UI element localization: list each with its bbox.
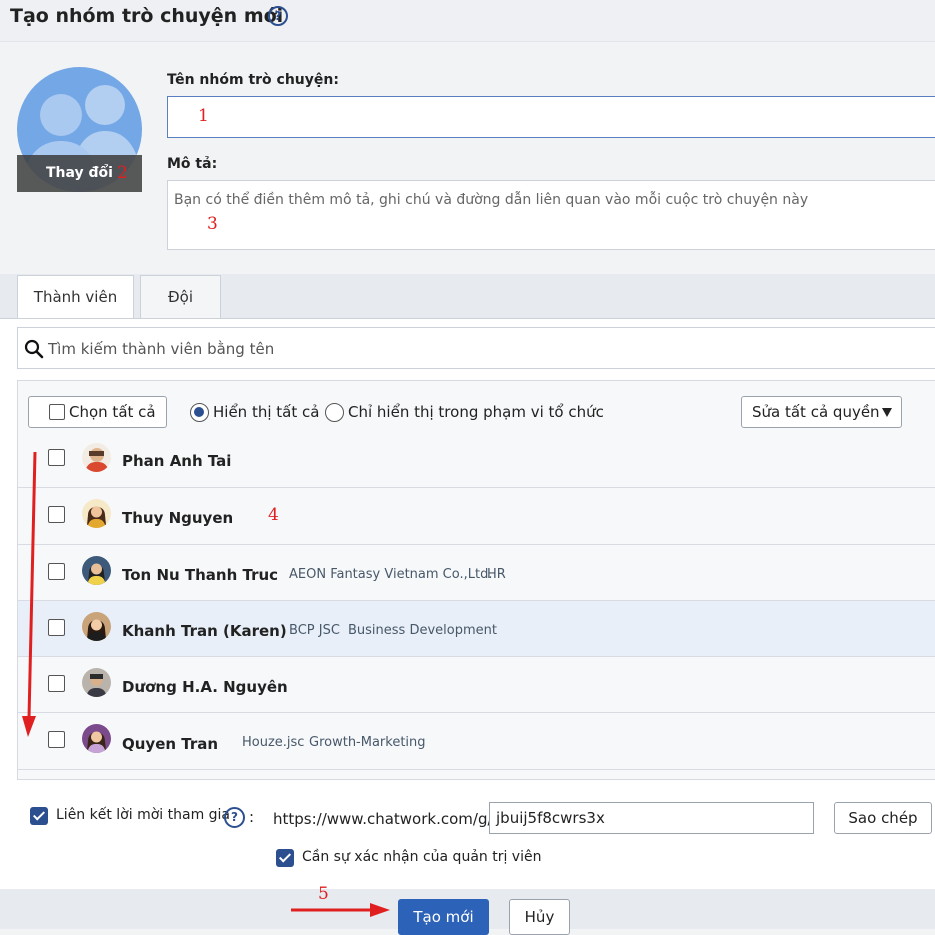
invite-colon: :: [249, 808, 255, 826]
annotation-number: 2: [117, 163, 128, 183]
annotation-number: 1: [198, 106, 209, 126]
show-all-radio[interactable]: [190, 403, 209, 422]
member-avatar: [82, 724, 111, 753]
member-organization: AEON Fantasy Vietnam Co.,Ltd.: [289, 567, 493, 582]
member-checkbox[interactable]: [48, 506, 65, 523]
member-row[interactable]: Khanh Tran (Karen) BCP JSC Business Deve…: [18, 600, 935, 656]
show-org-label: Chỉ hiển thị trong phạm vi tổ chức: [348, 403, 604, 421]
annotation-number: 3: [207, 214, 218, 234]
edit-permissions-dropdown[interactable]: Sửa tất cả quyền: [741, 396, 902, 428]
member-department: Business Development: [348, 623, 497, 638]
admin-approval-label: Cần sự xác nhận của quản trị viên: [302, 849, 542, 865]
caret-down-icon: [882, 408, 892, 417]
member-name: Ton Nu Thanh Truc: [122, 566, 279, 584]
dialog-title: Tạo nhóm trò chuyện mới: [10, 5, 284, 27]
member-row[interactable]: Thuy Nguyen 4: [18, 487, 935, 544]
member-organization: Houze.jsc: [242, 735, 305, 750]
member-row[interactable]: Dương H.A. Nguyên: [18, 656, 935, 712]
change-avatar-label: Thay đổi: [46, 165, 113, 181]
invite-link-checkbox[interactable]: [30, 807, 48, 825]
group-name-label: Tên nhóm trò chuyện:: [167, 72, 339, 88]
question-circle-icon[interactable]: ?: [224, 807, 245, 828]
search-icon: [24, 339, 44, 359]
tab-members[interactable]: Thành viên: [17, 275, 134, 319]
annotation-number: 5: [318, 884, 329, 904]
member-checkbox[interactable]: [48, 563, 65, 580]
invite-base-url: https://www.chatwork.com/g/: [273, 810, 493, 828]
show-all-label: Hiển thị tất cả: [213, 403, 320, 421]
member-name: Thuy Nguyen: [122, 509, 234, 527]
select-all-button[interactable]: Chọn tất cả: [28, 396, 167, 428]
copy-button[interactable]: Sao chép: [834, 802, 932, 834]
description-textarea[interactable]: Bạn có thể điền thêm mô tả, ghi chú và đ…: [167, 180, 935, 250]
member-name: Khanh Tran (Karen): [122, 622, 287, 640]
radio-selected-dot: [194, 407, 204, 417]
member-checkbox[interactable]: [48, 449, 65, 466]
member-department: HR: [487, 567, 506, 582]
member-name: Dương H.A. Nguyên: [122, 678, 288, 696]
row-divider: [18, 769, 935, 770]
annotation-number: 4: [268, 505, 279, 525]
member-department: Growth-Marketing: [309, 735, 426, 750]
invite-link-label: Liên kết lời mời tham gia: [56, 807, 231, 823]
member-checkbox[interactable]: [48, 675, 65, 692]
member-avatar: [82, 499, 111, 528]
group-name-input[interactable]: [167, 96, 935, 138]
select-all-checkbox[interactable]: [49, 404, 65, 420]
cancel-button[interactable]: Hủy: [509, 899, 570, 935]
member-search-placeholder: Tìm kiếm thành viên bằng tên: [48, 340, 275, 358]
member-checkbox[interactable]: [48, 619, 65, 636]
select-all-label: Chọn tất cả: [69, 403, 156, 421]
create-button[interactable]: Tạo mới: [398, 899, 489, 935]
description-label: Mô tả:: [167, 156, 218, 172]
question-circle-icon[interactable]: ?: [268, 6, 288, 26]
admin-approval-checkbox[interactable]: [276, 849, 294, 867]
invite-code-input[interactable]: jbuij5f8cwrs3x: [489, 802, 814, 834]
edit-permissions-label: Sửa tất cả quyền: [752, 403, 880, 421]
member-avatar: [82, 612, 111, 641]
show-org-radio[interactable]: [325, 403, 344, 422]
member-name: Quyen Tran: [122, 735, 219, 753]
member-avatar: [82, 556, 111, 585]
tab-teams[interactable]: Đội: [140, 275, 221, 318]
member-organization: BCP JSC: [289, 623, 340, 638]
member-avatar: [82, 668, 111, 697]
member-name: Phan Anh Tai: [122, 452, 232, 470]
member-avatar: [82, 443, 111, 472]
member-checkbox[interactable]: [48, 731, 65, 748]
member-row[interactable]: Ton Nu Thanh Truc AEON Fantasy Vietnam C…: [18, 544, 935, 600]
member-row[interactable]: Quyen Tran Houze.jsc Growth-Marketing: [18, 712, 935, 769]
